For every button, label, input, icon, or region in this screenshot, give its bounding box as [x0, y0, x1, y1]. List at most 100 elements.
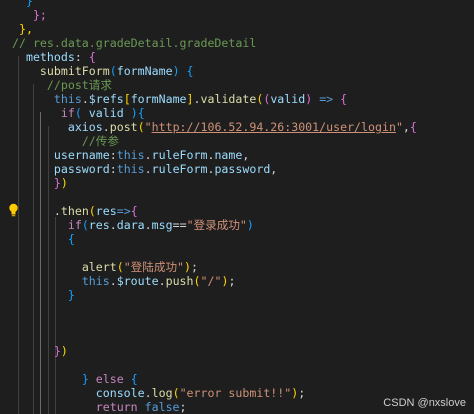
code-token: //post请求: [46, 78, 112, 92]
code-token: else: [95, 372, 124, 386]
code-token: formName: [130, 92, 187, 106]
code-token: ): [246, 218, 254, 232]
code-token: this: [81, 274, 110, 288]
code-token: this: [116, 162, 145, 176]
code-token: :: [74, 50, 89, 64]
code-line[interactable]: this.$refs[formName].validate((valid) =>…: [12, 92, 347, 106]
code-token: $route: [116, 274, 159, 288]
code-token: alert: [81, 260, 117, 274]
code-token: "登陆成功": [123, 260, 185, 274]
code-token: $refs: [88, 92, 124, 106]
code-line[interactable]: } else {: [12, 372, 138, 386]
code-line[interactable]: }: [12, 288, 75, 302]
code-token: submitForm: [39, 64, 110, 78]
code-token: ;: [228, 274, 236, 288]
code-token: {: [409, 120, 417, 134]
code-line[interactable]: if(res.dara.msg=="登录成功"): [12, 218, 254, 232]
code-token: {: [67, 232, 75, 246]
code-editor[interactable]: } }; },// res.data.gradeDetail.gradeDeta…: [0, 0, 474, 414]
code-line[interactable]: //post请求: [12, 78, 112, 92]
code-token: [: [123, 92, 131, 106]
code-token: if: [67, 218, 82, 232]
code-token: .: [144, 218, 152, 232]
code-token: (: [88, 204, 96, 218]
code-token: then: [60, 204, 89, 218]
code-token: {: [88, 50, 96, 64]
code-line[interactable]: // res.data.gradeDetail.gradeDetail: [12, 36, 256, 50]
code-token: {: [137, 106, 145, 120]
code-line[interactable]: console.log("error submit!!");: [12, 386, 305, 400]
code-line[interactable]: if( valid ){: [12, 106, 145, 120]
code-token: (: [137, 120, 145, 134]
code-line[interactable]: axios.post("http://106.52.94.26:3001/use…: [12, 120, 417, 134]
code-token: }: [53, 176, 61, 190]
code-token: ruleForm: [151, 162, 208, 176]
code-line[interactable]: };: [12, 8, 47, 22]
lightbulb-icon[interactable]: [8, 203, 19, 217]
code-line[interactable]: .then(res=>{: [12, 204, 138, 218]
code-token: .: [158, 274, 166, 288]
code-token: (: [172, 386, 180, 400]
code-token: return: [95, 400, 138, 414]
code-line[interactable]: this.$route.push("/");: [12, 274, 236, 288]
code-token: valid: [81, 106, 131, 120]
code-line[interactable]: }): [12, 176, 68, 190]
code-token: ==: [172, 218, 187, 232]
code-token: .: [193, 92, 201, 106]
code-token: if: [60, 106, 75, 120]
code-line[interactable]: //传参: [12, 134, 119, 148]
code-token: ]: [186, 92, 194, 106]
code-token: ): [184, 260, 192, 274]
code-token: {: [130, 204, 138, 218]
code-token: }: [67, 288, 75, 302]
code-line[interactable]: alert("登陆成功");: [12, 260, 198, 274]
code-token: "登录成功": [186, 218, 247, 232]
code-line[interactable]: methods: {: [12, 50, 96, 64]
code-line[interactable]: username:this.ruleForm.name,: [12, 148, 249, 162]
code-line[interactable]: submitForm(formName) {: [12, 64, 194, 78]
code-token: ;: [298, 386, 306, 400]
code-token: ": [144, 120, 152, 134]
code-token: ruleForm: [151, 148, 208, 162]
code-token: {: [130, 372, 138, 386]
code-line[interactable]: {: [12, 232, 75, 246]
code-line[interactable]: }: [12, 0, 33, 8]
csdn-watermark: CSDN @nxslove: [383, 397, 466, 409]
code-token: ,: [242, 148, 250, 162]
code-line[interactable]: password:this.ruleForm.password,: [12, 162, 277, 176]
code-line[interactable]: }): [12, 344, 68, 358]
code-token: formName: [116, 64, 173, 78]
code-token: res: [95, 204, 117, 218]
code-token: =>: [116, 204, 131, 218]
code-token: .: [81, 92, 89, 106]
code-line[interactable]: },: [12, 22, 33, 36]
code-token: false: [144, 400, 180, 414]
code-token: :: [109, 148, 117, 162]
code-token: }: [81, 372, 89, 386]
code-token: ): [130, 106, 138, 120]
code-token: validate: [200, 92, 257, 106]
code-line[interactable]: return false;: [12, 400, 187, 414]
code-token: ;: [179, 400, 187, 414]
code-token: dara: [116, 218, 145, 232]
code-token: this: [53, 92, 82, 106]
code-token: ): [60, 176, 68, 190]
code-token: {: [186, 64, 194, 78]
code-token: .: [109, 274, 117, 288]
code-token: password: [214, 162, 271, 176]
